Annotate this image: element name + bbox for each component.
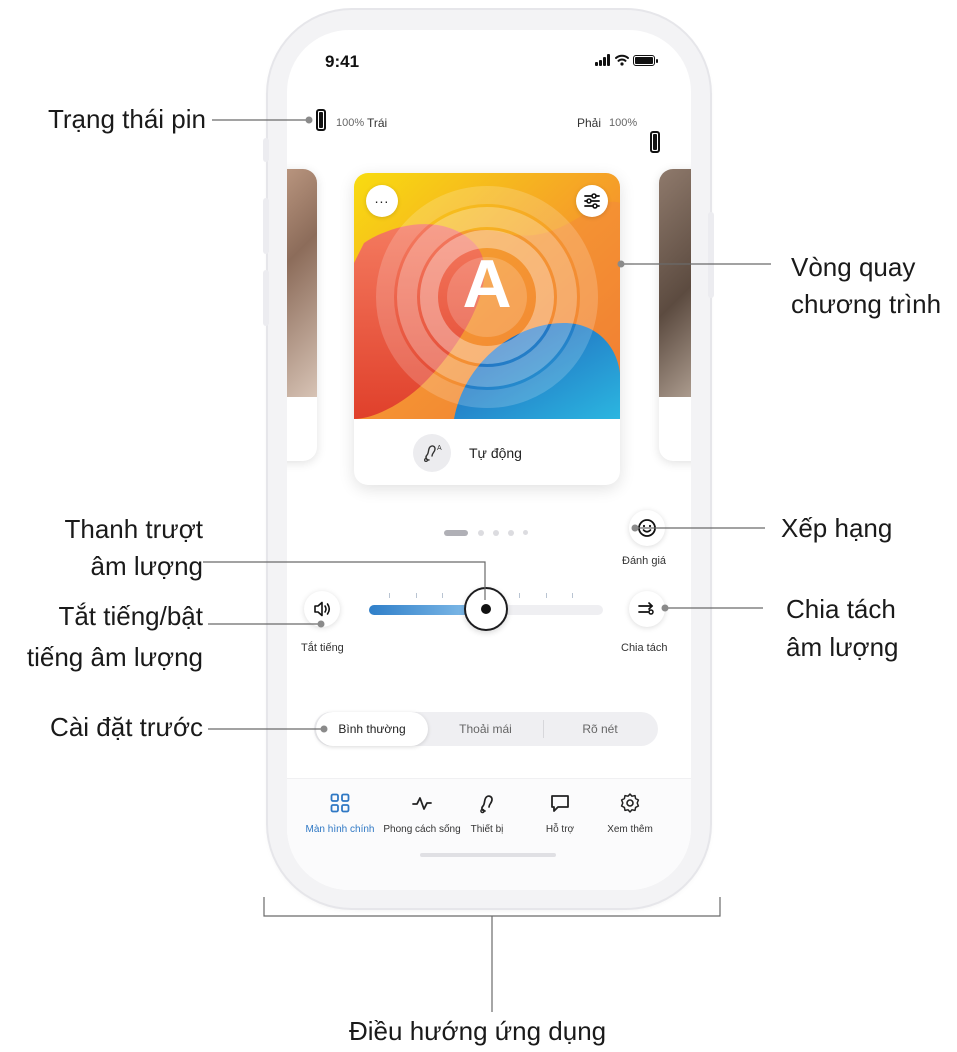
preset-comfort[interactable]: Thoải mái xyxy=(428,712,543,746)
battery-status-icon xyxy=(633,54,658,66)
callout-presets: Cài đặt trước xyxy=(50,712,203,742)
slider-tick xyxy=(389,593,390,598)
wifi-icon xyxy=(615,54,629,66)
callout-split-line2: âm lượng xyxy=(786,632,899,662)
activity-icon xyxy=(412,797,432,810)
right-battery-side: Phải xyxy=(577,116,602,130)
nav-more-label: Xem thêm xyxy=(607,824,653,835)
mute-label: Tắt tiếng xyxy=(301,642,344,654)
smiley-icon xyxy=(638,519,656,537)
carousel-dot[interactable] xyxy=(523,530,528,535)
program-settings-button[interactable] xyxy=(576,185,608,217)
app-screen: 9:41 100% Trái Phải 100% A ... A Tự động… xyxy=(287,30,691,890)
program-letter: A xyxy=(462,246,512,322)
program-name: Tự động xyxy=(469,445,522,461)
carousel-dot[interactable] xyxy=(508,530,514,536)
nav-lifestyle-label: Phong cách sống xyxy=(383,824,461,835)
status-icons xyxy=(595,54,658,66)
carousel-dot-active[interactable] xyxy=(444,530,468,536)
callout-split-line1: Chia tách xyxy=(786,594,896,624)
previous-program-card[interactable] xyxy=(287,169,317,461)
mute-button[interactable] xyxy=(304,591,340,627)
slider-tick xyxy=(519,593,520,598)
left-battery-side: Trái xyxy=(367,116,388,130)
nav-support-label: Hỗ trợ xyxy=(545,824,575,835)
preset-selector: Bình thường Thoải mái Rõ nét xyxy=(314,712,658,746)
callout-program-carousel-line2: chương trình xyxy=(791,289,942,319)
callout-program-carousel-line1: Vòng quay xyxy=(791,252,916,282)
nav-more[interactable]: Xem thêm xyxy=(599,792,661,835)
callout-rating: Xếp hạng xyxy=(781,513,893,543)
gear-icon xyxy=(620,793,640,813)
nav-home-label: Màn hình chính xyxy=(305,824,375,835)
home-indicator xyxy=(420,853,556,857)
callout-volume-slider-line2: âm lượng xyxy=(90,551,204,581)
split-volume-button[interactable] xyxy=(629,591,665,627)
speaker-icon xyxy=(314,601,331,617)
left-battery-icon xyxy=(316,109,326,131)
preset-clear[interactable]: Rõ nét xyxy=(544,712,656,746)
phone-button-right xyxy=(708,212,714,298)
ellipsis-icon: ... xyxy=(374,190,390,206)
preset-normal[interactable]: Bình thường xyxy=(316,712,428,746)
nav-lifestyle[interactable]: Phong cách sống xyxy=(377,792,467,835)
phone-button-left xyxy=(263,138,269,162)
carousel-dot[interactable] xyxy=(478,530,484,536)
program-card[interactable]: A ... A Tự động xyxy=(354,173,620,485)
callout-battery-status: Trạng thái pin xyxy=(47,104,206,134)
callout-mute-line2: tiếng âm lượng xyxy=(26,642,203,672)
right-battery-icon xyxy=(650,131,660,153)
phone-button-left xyxy=(263,270,269,326)
callout-mute-line1: Tắt tiếng/bật xyxy=(58,601,203,631)
callout-app-navigation: Điều hướng ứng dụng xyxy=(349,1016,607,1046)
rating-button[interactable] xyxy=(629,510,665,546)
slider-tick xyxy=(572,593,573,598)
program-photo xyxy=(287,169,317,397)
chat-icon xyxy=(551,795,569,812)
volume-slider-thumb[interactable] xyxy=(464,587,508,631)
hearing-aid-icon xyxy=(480,795,493,814)
sliders-icon xyxy=(584,193,600,209)
svg-text:A: A xyxy=(437,445,442,452)
slider-tick xyxy=(416,593,417,598)
grid-icon xyxy=(330,793,350,813)
rating-label: Đánh giá xyxy=(622,555,667,567)
split-label: Chia tách xyxy=(621,642,668,654)
slider-tick xyxy=(442,593,443,598)
program-more-button[interactable]: ... xyxy=(366,185,398,217)
nav-devices[interactable]: Thiết bị xyxy=(462,792,512,835)
signal-icon xyxy=(595,54,611,66)
split-arrows-icon xyxy=(638,602,654,615)
next-program-card[interactable] xyxy=(659,169,691,461)
left-battery-percent: 100% xyxy=(336,117,365,129)
carousel-dot[interactable] xyxy=(493,530,499,536)
right-battery-percent: 100% xyxy=(609,117,638,129)
nav-devices-label: Thiết bị xyxy=(470,824,504,835)
nav-support[interactable]: Hỗ trợ xyxy=(530,792,590,835)
slider-tick xyxy=(546,593,547,598)
thumb-dot xyxy=(481,604,491,614)
hearing-aid-icon: A xyxy=(423,445,442,463)
program-photo xyxy=(659,169,691,397)
program-type-icon: A xyxy=(413,434,451,472)
nav-home[interactable]: Màn hình chính xyxy=(296,792,384,835)
phone-button-left xyxy=(263,198,269,254)
status-time: 9:41 xyxy=(325,52,360,71)
callout-volume-slider-line1: Thanh trượt xyxy=(64,514,203,544)
